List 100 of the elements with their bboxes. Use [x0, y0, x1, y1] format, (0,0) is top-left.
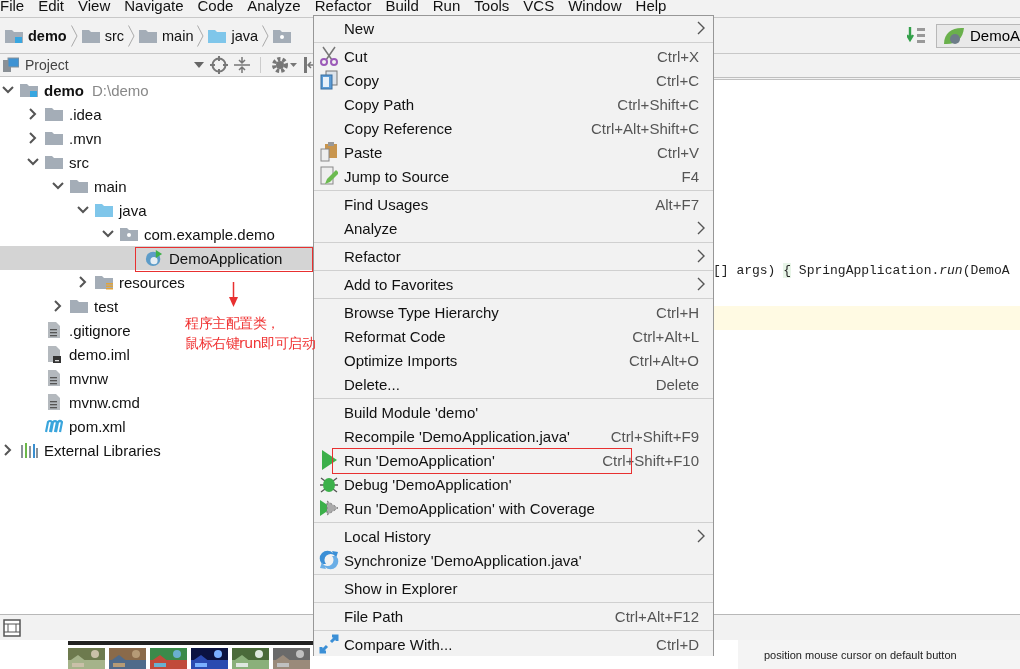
breadcrumb[interactable]: src [81, 20, 128, 51]
menu[interactable]: File [0, 0, 32, 16]
clipboard-icon [320, 142, 338, 162]
gear-icon[interactable] [271, 56, 297, 74]
annotation-note: 程序主配置类， [185, 314, 280, 333]
tree-item[interactable]: pom.xml [0, 414, 130, 438]
breadcrumb[interactable]: main [139, 20, 198, 51]
menu-item[interactable]: Run 'DemoApplication' with Coverage [314, 496, 713, 520]
collapse-all-icon[interactable] [234, 57, 250, 73]
menu[interactable]: Analyze [240, 0, 308, 16]
menu-item[interactable]: Copy Reference Ctrl+Alt+Shift+C [314, 116, 713, 140]
menu-item[interactable]: Paste Ctrl+V [314, 140, 713, 164]
tree-item[interactable]: .mvn [0, 126, 106, 150]
menu[interactable]: Code [190, 0, 241, 16]
menu-item[interactable]: Add to Favorites [314, 272, 713, 296]
panel-title: Project [25, 57, 69, 73]
menu-item[interactable]: Find Usages Alt+F7 [314, 192, 713, 216]
class-icon [145, 249, 163, 267]
tree-item[interactable]: com.example.demo [0, 222, 279, 246]
menu[interactable]: Window [561, 0, 629, 16]
path-label: D:\demo [92, 81, 149, 99]
checkered-play-icon [319, 498, 339, 518]
shortcut-label: Ctrl+Alt+F12 [614, 607, 699, 625]
menu[interactable]: Edit [31, 0, 72, 16]
package-folder-icon [273, 27, 292, 44]
shortcut-label: Ctrl+Shift+F9 [610, 427, 699, 445]
menu[interactable]: View [71, 0, 118, 16]
shortcut-label: Alt+F7 [655, 195, 699, 213]
shortcut-label: Ctrl+V [656, 143, 699, 161]
chevron-icon [262, 24, 270, 47]
tree-item[interactable]: External Libraries [0, 438, 165, 462]
menu-item[interactable]: Debug 'DemoApplication' [314, 472, 713, 496]
menu-item[interactable]: New [314, 16, 713, 40]
folder-icon [45, 154, 63, 170]
breadcrumb[interactable]: java [208, 20, 263, 51]
menu[interactable]: Refactor [307, 0, 379, 16]
menu-item[interactable]: Reformat Code Ctrl+Alt+L [314, 324, 713, 348]
menu-item[interactable]: Build Module 'demo' [314, 400, 713, 424]
tree-item[interactable]: .gitignore [0, 318, 135, 342]
tree-item[interactable]: java [0, 198, 151, 222]
menu-item[interactable]: Recompile 'DemoApplication.java' Ctrl+Shift+F9 [314, 424, 713, 448]
menu-item[interactable]: Jump to Source F4 [314, 164, 713, 188]
tree-item[interactable]: test [0, 294, 123, 318]
tree-item[interactable]: demo.iml [0, 342, 134, 366]
crosshair-icon[interactable] [210, 56, 228, 74]
tree-item[interactable]: mvnw.cmd [0, 390, 144, 414]
module-folder-icon [20, 82, 38, 98]
menu-item[interactable]: Show in Explorer [314, 576, 713, 600]
sync-icon [319, 550, 339, 570]
menu-item[interactable]: Compare With... Ctrl+D [314, 632, 713, 656]
folder-icon [139, 27, 157, 44]
module-folder-icon [5, 27, 23, 44]
maven-icon [45, 419, 63, 433]
tree-item[interactable]: src [0, 150, 93, 174]
play-icon [321, 450, 337, 470]
folder-icon [208, 27, 227, 44]
libraries-icon [20, 442, 38, 458]
tooltip: position mouse cursor on default button [738, 640, 1020, 669]
menu[interactable]: Run [425, 0, 468, 16]
tree-item[interactable]: demo D:\demo [0, 78, 153, 102]
menu-item[interactable]: Refactor [314, 244, 713, 268]
caret-icon[interactable] [194, 62, 204, 68]
shortcut-label: Ctrl+C [656, 71, 699, 89]
tree-item[interactable]: mvnw [0, 366, 113, 390]
menu[interactable]: Navigate [117, 0, 191, 16]
shortcut-label: F4 [681, 167, 699, 185]
spring-leaf-icon [943, 25, 965, 46]
shortcut-label: Delete [655, 375, 699, 393]
menu-item[interactable]: Synchronize 'DemoApplication.java' [314, 548, 713, 572]
run-configuration-button[interactable]: DemoA [936, 23, 1020, 48]
pencil-document-icon [320, 166, 338, 186]
menu[interactable]: Tools [467, 0, 517, 16]
breadcrumb[interactable]: demo [5, 20, 71, 51]
chevron-icon [128, 24, 135, 47]
tree-item[interactable]: DemoApplication [0, 246, 313, 270]
menu-item[interactable]: File Path Ctrl+Alt+F12 [314, 604, 713, 628]
hide-panel-icon[interactable] [303, 56, 313, 74]
shortcut-label: Ctrl+H [656, 303, 699, 321]
menu-item[interactable]: Copy Ctrl+C [314, 68, 713, 92]
tree-item[interactable]: main [0, 174, 131, 198]
menu-item[interactable]: Optimize Imports Ctrl+Alt+O [314, 348, 713, 372]
arrow-down-binary-icon[interactable] [907, 26, 927, 45]
panel-icon [3, 57, 19, 73]
menu-item[interactable]: Browse Type Hierarchy Ctrl+H [314, 300, 713, 324]
shortcut-label: Ctrl+Alt+O [628, 351, 699, 369]
tool-window-toggle-icon[interactable] [3, 618, 21, 637]
menu[interactable]: Help [628, 0, 674, 16]
tree-item[interactable]: resources [0, 270, 189, 294]
menu-item[interactable]: Analyze [314, 216, 713, 240]
chevron-icon [197, 24, 205, 47]
tree-item[interactable]: .idea [0, 102, 106, 126]
menu[interactable]: VCS [516, 0, 562, 16]
menu-item[interactable]: Delete... Delete [314, 372, 713, 396]
menu-item[interactable]: Local History [314, 524, 713, 548]
menu-item[interactable]: Copy Path Ctrl+Shift+C [314, 92, 713, 116]
shortcut-label: Ctrl+Alt+Shift+C [591, 119, 699, 137]
file-icon [47, 369, 61, 387]
copy-icon [320, 70, 338, 90]
menu-item[interactable]: Cut Ctrl+X [314, 44, 713, 68]
menu[interactable]: Build [378, 0, 426, 16]
